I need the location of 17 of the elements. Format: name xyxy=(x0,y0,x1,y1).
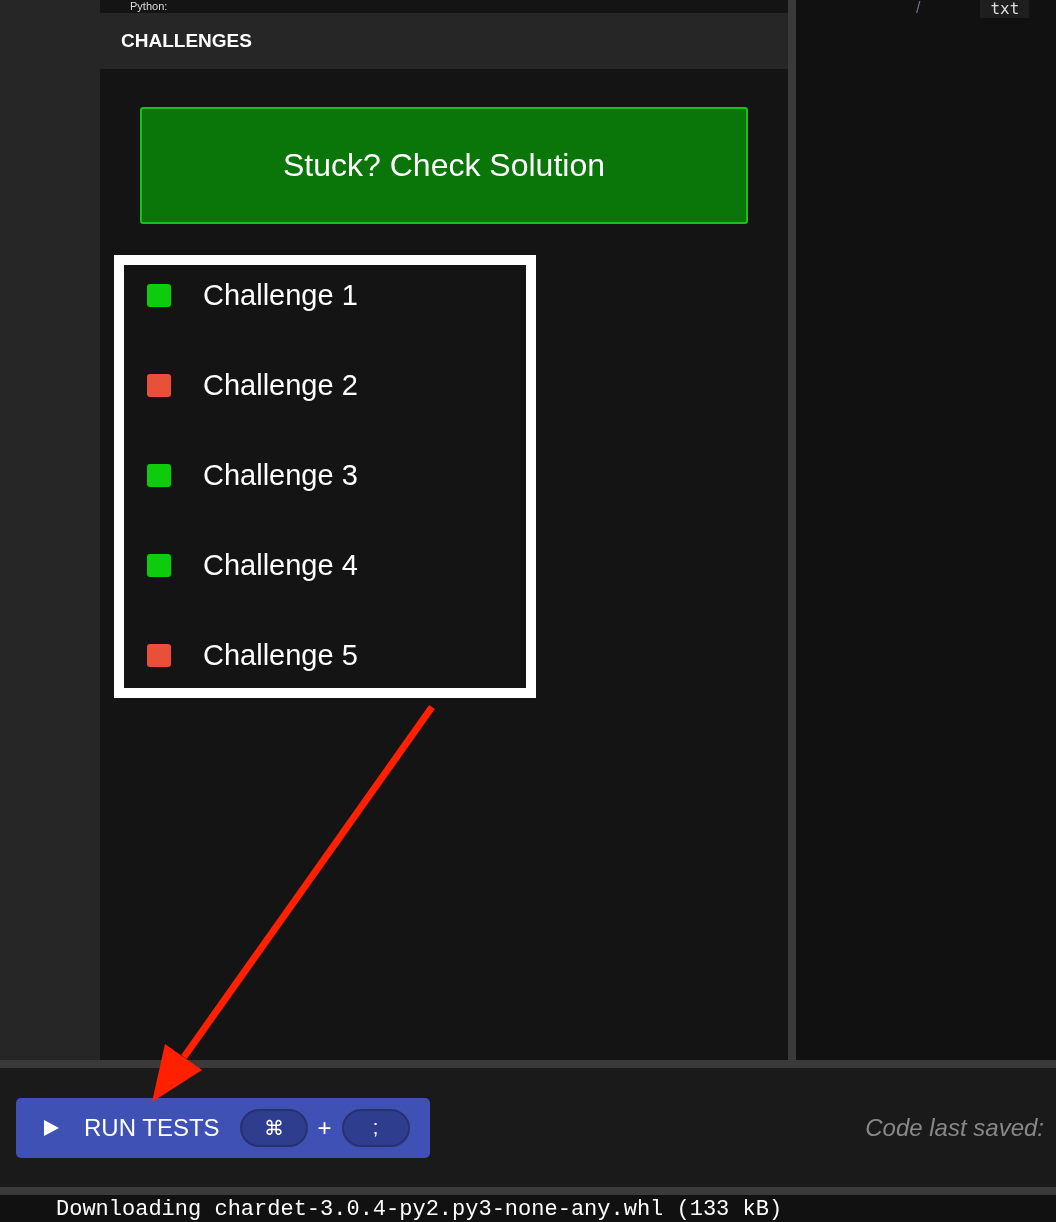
key-badge: ⌘ xyxy=(239,1108,308,1147)
challenge-item[interactable]: Challenge 4 xyxy=(203,548,358,582)
code-text: / xyxy=(916,0,921,16)
code-text: txt xyxy=(980,0,1030,18)
run-tests-button[interactable]: RUN TESTS ⌘ + ; xyxy=(16,1097,430,1158)
save-status: Code last saved: xyxy=(865,1113,1044,1142)
challenge-item[interactable]: Challenge 3 xyxy=(203,458,358,492)
plus-sign: + xyxy=(317,1113,332,1142)
panel-title: CHALLENGES xyxy=(121,30,252,52)
check-solution-button[interactable]: Stuck? Check Solution xyxy=(140,107,748,224)
key-badge: ; xyxy=(341,1108,410,1147)
challenge-item[interactable]: Challenge 1 xyxy=(203,278,358,312)
play-icon xyxy=(42,1118,60,1137)
terminal-line: Downloading chardet-3.0.4-py2.py3-none-any.whl (133 kB) xyxy=(56,1197,783,1222)
challenge-item[interactable]: Challenge 2 xyxy=(203,368,358,402)
challenge-item[interactable]: Challenge 5 xyxy=(203,638,358,672)
code-line: Python: xyxy=(130,0,168,12)
